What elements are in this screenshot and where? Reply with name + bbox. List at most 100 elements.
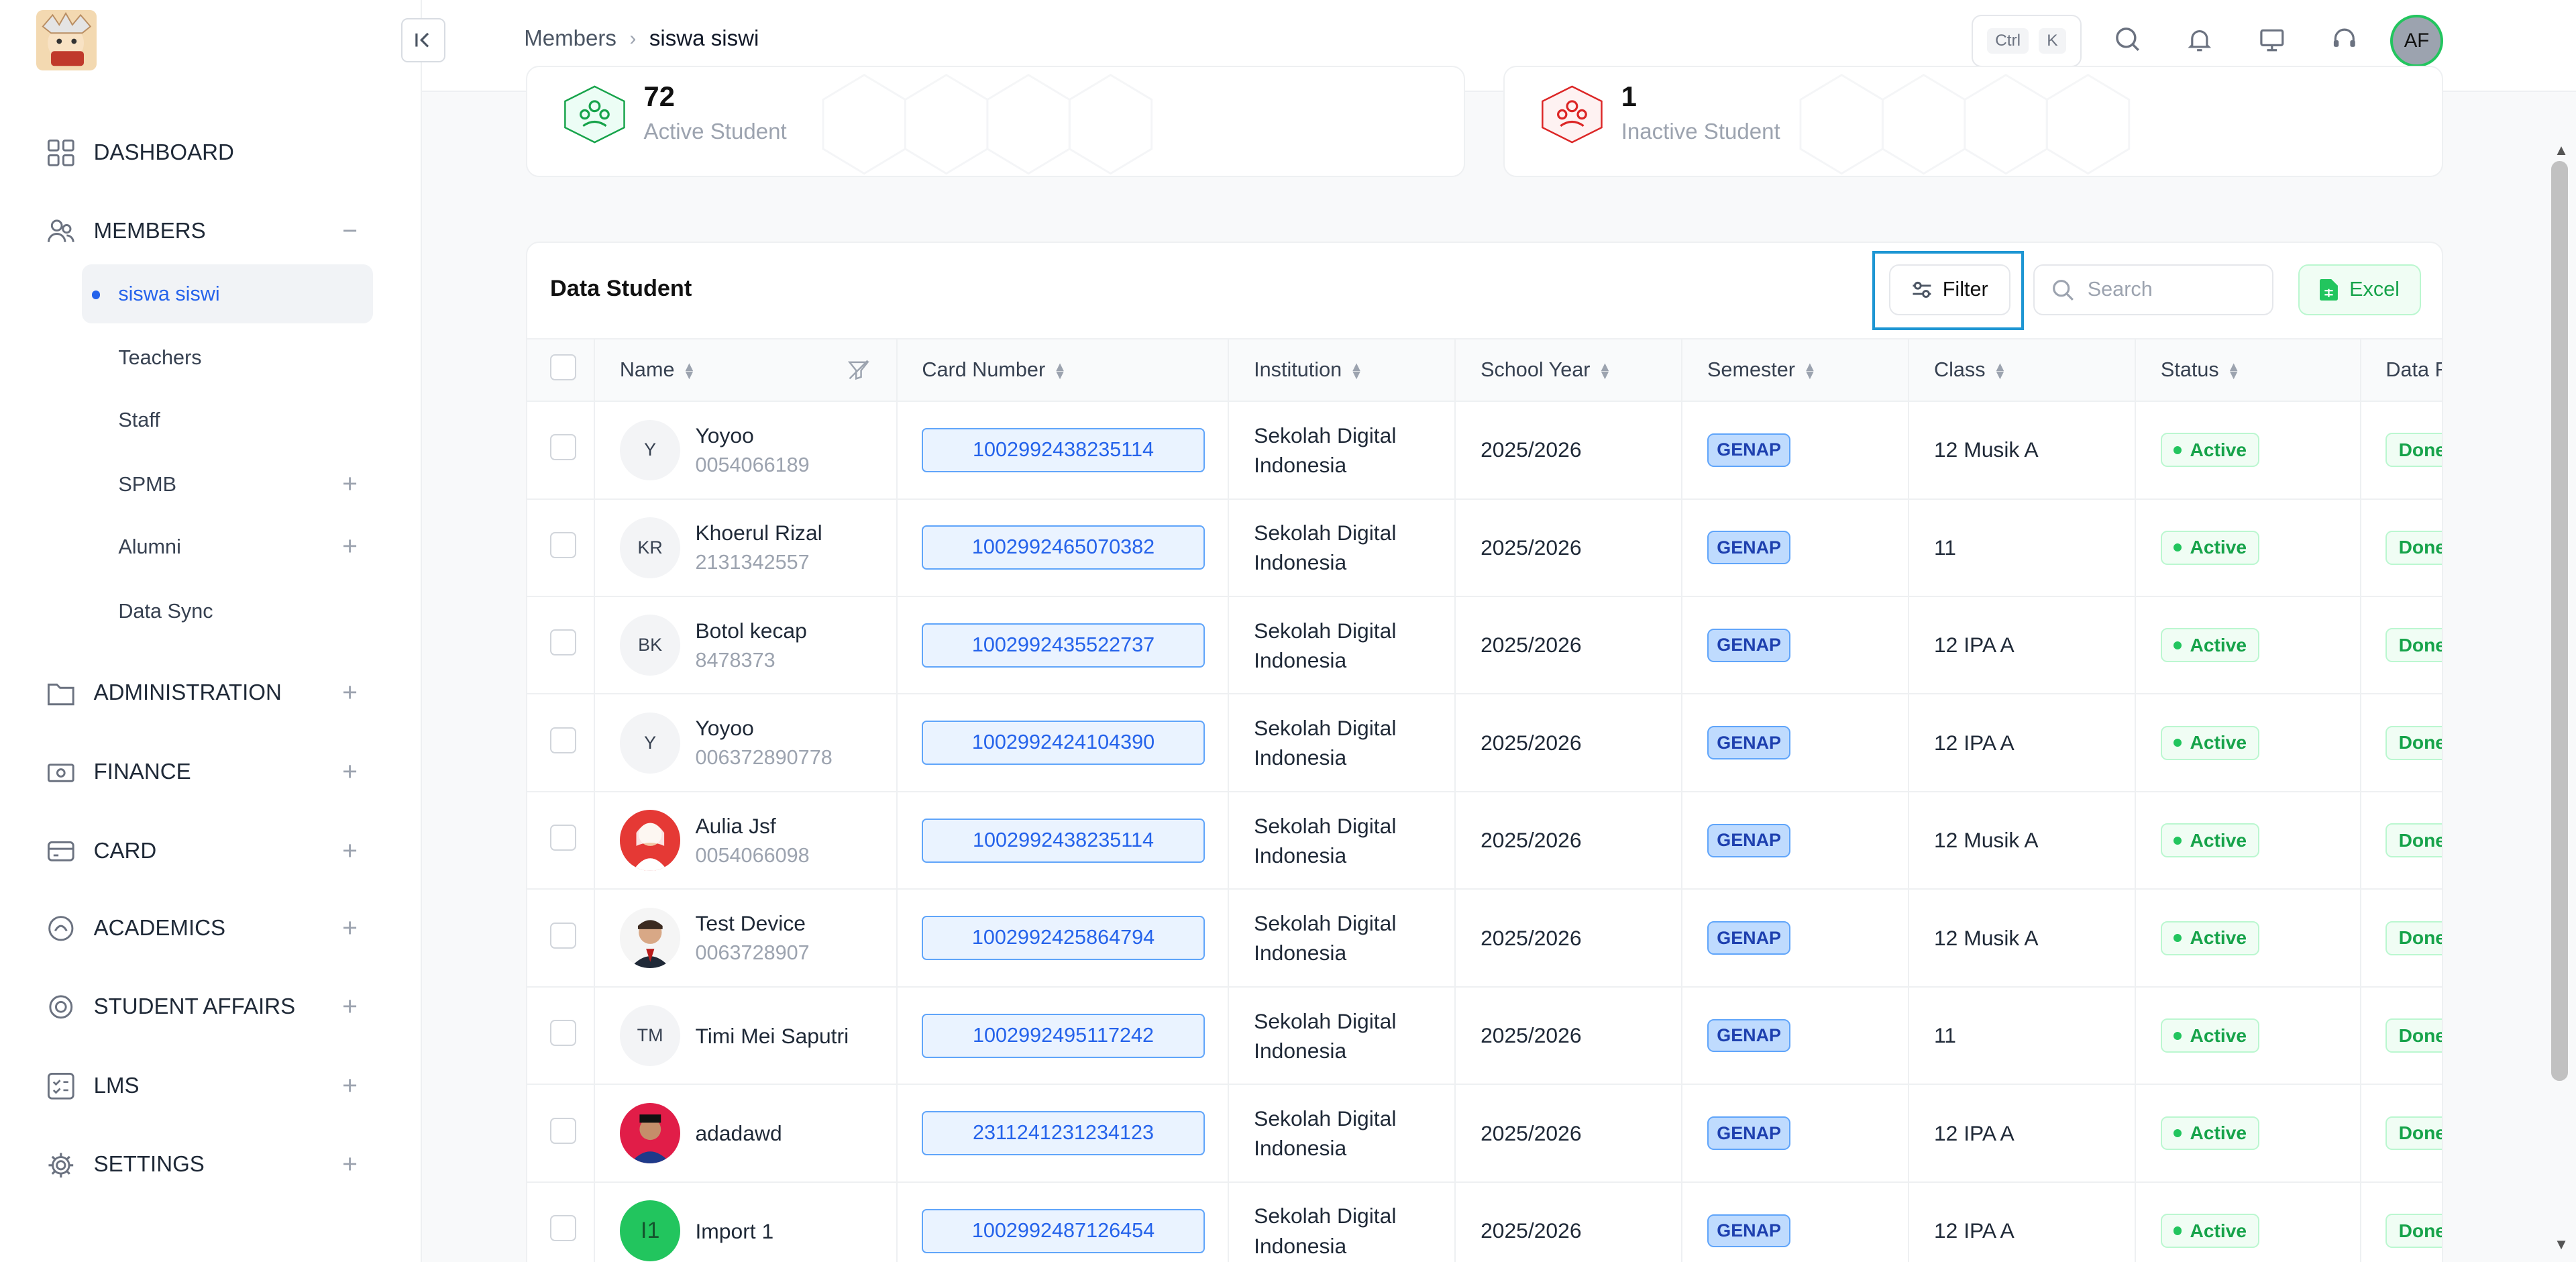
sidebar-item-lms[interactable]: LMS +	[46, 1066, 375, 1106]
monitor-icon[interactable]	[2255, 23, 2288, 56]
card-number[interactable]: 1002992424104390	[922, 721, 1205, 766]
student-name[interactable]: Botol kecap	[695, 616, 806, 645]
scrollbar-thumb[interactable]	[2551, 161, 2568, 1082]
student-name[interactable]: adadawd	[695, 1118, 782, 1148]
col-name[interactable]: Name ▲ ▼	[594, 338, 898, 403]
row-checkbox[interactable]	[549, 1020, 577, 1047]
row-checkbox[interactable]	[549, 1214, 577, 1242]
col-card-number[interactable]: Card Number ▲ ▼	[896, 338, 1230, 403]
expand-toggle-icon[interactable]	[338, 279, 361, 309]
row-checkbox[interactable]	[549, 727, 577, 753]
filter-button[interactable]: Filter	[1888, 264, 2011, 315]
table-row[interactable]: TM Timi Mei Saputri 1002992495117242 Sekola…	[527, 986, 2442, 1086]
table-row[interactable]: adadawd 2311241231234123 Sekolah Digital In…	[527, 1084, 2442, 1183]
col-semester[interactable]: Semester ▲ ▼	[1682, 338, 1910, 403]
expand-toggle-icon[interactable]: +	[338, 532, 361, 562]
expand-toggle-icon[interactable]: +	[338, 914, 361, 943]
col-institution[interactable]: Institution ▲ ▼	[1228, 338, 1456, 403]
sidebar-item-dashboard[interactable]: DASHBOARD	[46, 133, 375, 172]
headset-icon[interactable]	[2328, 23, 2361, 56]
card-number[interactable]: 1002992435522737	[922, 623, 1205, 668]
card-number[interactable]: 1002992425864794	[922, 916, 1205, 961]
sidebar-subitem-alumni[interactable]: Alumni +	[82, 517, 372, 576]
table-row[interactable]: BK Botol kecap 8478373 1002992435522737 Seko…	[527, 596, 2442, 695]
sidebar-subitem-data-sync[interactable]: Data Sync	[82, 582, 372, 641]
table-row[interactable]: Aulia Jsf 0054066098 1002992438235114 Sekol…	[527, 791, 2442, 890]
table-row[interactable]: I1 Import 1 1002992487126454 Sekolah Digita…	[527, 1181, 2442, 1262]
col-status[interactable]: Status ▲ ▼	[2135, 338, 2361, 403]
sidebar-subitem-staff[interactable]: Staff	[82, 391, 372, 450]
expand-toggle-icon[interactable]	[338, 406, 361, 435]
sidebar-item-student-affairs[interactable]: STUDENT AFFAIRS +	[46, 988, 375, 1027]
student-name[interactable]: Import 1	[695, 1216, 773, 1246]
card-number[interactable]: 1002992438235114	[922, 427, 1205, 472]
expand-toggle-icon[interactable]: +	[338, 1150, 361, 1179]
row-checkbox[interactable]	[549, 825, 577, 851]
table-row[interactable]: Test Device 0063728907 1002992425864794 Sek…	[527, 889, 2442, 988]
sort-icon[interactable]: ▲ ▼	[2227, 360, 2240, 382]
sort-icon[interactable]: ▲ ▼	[1350, 360, 1362, 382]
sort-icon[interactable]: ▲ ▼	[683, 360, 696, 382]
card-number[interactable]: 1002992495117242	[922, 1013, 1205, 1058]
col-class[interactable]: Class ▲ ▼	[1909, 338, 2137, 403]
search-input[interactable]	[2087, 278, 2252, 302]
col-school-year[interactable]: School Year ▲ ▼	[1455, 338, 1683, 403]
expand-toggle-icon[interactable]	[338, 344, 361, 373]
table-row[interactable]: Y Yoyoo 006372890778 1002992424104390 Sekola…	[527, 694, 2442, 792]
student-name[interactable]: Yoyoo	[695, 421, 809, 450]
student-name[interactable]: Timi Mei Saputri	[695, 1021, 849, 1051]
student-name[interactable]: Khoerul Rizal	[695, 518, 822, 547]
expand-toggle-icon[interactable]: +	[338, 757, 361, 787]
student-name[interactable]: Test Device	[695, 908, 809, 938]
expand-toggle-icon[interactable]: +	[338, 1071, 361, 1101]
row-checkbox[interactable]	[549, 531, 577, 558]
table-row[interactable]: Y Yoyoo 0054066189 1002992438235114 Sekolah …	[527, 401, 2442, 500]
user-avatar[interactable]: AF	[2390, 15, 2443, 68]
student-name[interactable]: Yoyoo	[695, 713, 832, 743]
sidebar-item-members[interactable]: MEMBERS −	[46, 212, 375, 252]
sort-icon[interactable]: ▲ ▼	[1599, 360, 1611, 382]
expand-toggle-icon[interactable]: +	[338, 470, 361, 499]
scroll-up-arrow[interactable]: ▲	[2551, 142, 2571, 158]
card-number[interactable]: 1002992487126454	[922, 1208, 1205, 1253]
command-palette-shortcut[interactable]: Ctrl K	[1971, 15, 2082, 68]
sidebar-item-academics[interactable]: ACADEMICS +	[46, 908, 375, 948]
sidebar-subitem-teachers[interactable]: Teachers	[82, 329, 372, 388]
filter-off-icon[interactable]	[848, 359, 870, 380]
sort-icon[interactable]: ▲ ▼	[1053, 360, 1066, 382]
expand-toggle-icon[interactable]: +	[338, 837, 361, 866]
expand-toggle-icon[interactable]: +	[338, 992, 361, 1022]
card-number[interactable]: 2311241231234123	[922, 1111, 1205, 1156]
excel-export-button[interactable]: Excel	[2298, 264, 2422, 315]
data-cell: Done	[2360, 791, 2442, 890]
table-row[interactable]: KR Khoerul Rizal 2131342557 100299246507038…	[527, 498, 2442, 598]
expand-toggle-icon[interactable]: −	[338, 217, 361, 246]
bell-icon[interactable]	[2184, 23, 2216, 56]
sidebar-subitem-siswa-siswi[interactable]: siswa siswi	[82, 264, 373, 324]
expand-toggle-icon[interactable]: +	[338, 678, 361, 708]
col-data[interactable]: Data R	[2360, 338, 2442, 403]
row-checkbox[interactable]	[549, 922, 577, 949]
sidebar-item-administration[interactable]: ADMINISTRATION +	[46, 674, 375, 713]
row-checkbox[interactable]	[549, 434, 577, 461]
student-name[interactable]: Aulia Jsf	[695, 811, 809, 841]
search-box[interactable]	[2033, 264, 2273, 315]
breadcrumb-members[interactable]: Members	[524, 26, 616, 52]
expand-toggle-icon[interactable]	[338, 138, 361, 168]
row-checkbox[interactable]	[549, 629, 577, 656]
collapse-sidebar-button[interactable]	[400, 17, 445, 63]
scroll-down-arrow[interactable]: ▼	[2551, 1236, 2571, 1253]
sort-icon[interactable]: ▲ ▼	[1994, 360, 2006, 382]
search-icon[interactable]	[2111, 23, 2144, 56]
sort-icon[interactable]: ▲ ▼	[1803, 360, 1816, 382]
row-checkbox[interactable]	[549, 1117, 577, 1144]
sidebar-subitem-spmb[interactable]: SPMB +	[82, 455, 372, 514]
sidebar-item-settings[interactable]: SETTINGS +	[46, 1145, 375, 1185]
sidebar-item-card[interactable]: CARD +	[46, 831, 375, 871]
sidebar-item-finance[interactable]: FINANCE +	[46, 753, 375, 792]
select-all-checkbox[interactable]	[549, 354, 577, 381]
card-number[interactable]: 1002992438235114	[922, 818, 1205, 863]
expand-toggle-icon[interactable]	[338, 596, 361, 626]
app-logo[interactable]	[36, 9, 97, 71]
card-number[interactable]: 1002992465070382	[922, 525, 1205, 570]
